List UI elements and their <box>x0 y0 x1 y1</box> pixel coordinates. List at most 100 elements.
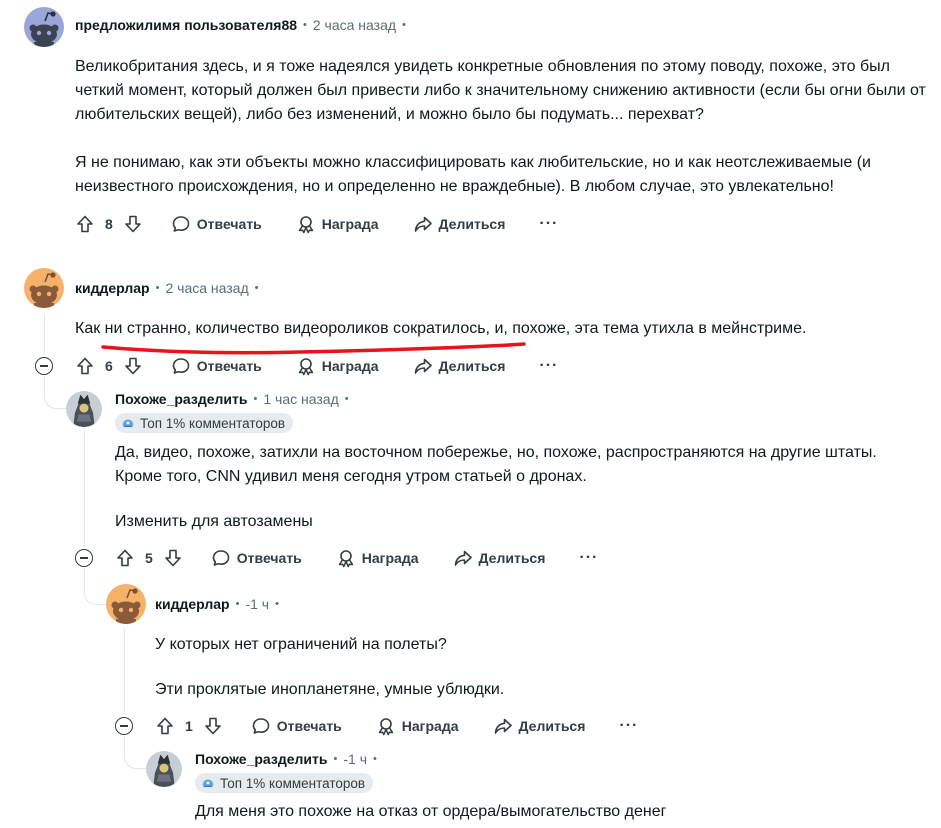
separator-dot: • <box>303 19 307 31</box>
comment-timestamp[interactable]: 2 часа назад <box>313 17 396 33</box>
vote-count: 5 <box>145 550 153 566</box>
share-label: Делиться <box>438 358 506 374</box>
comment-timestamp[interactable]: 1 час назад <box>263 391 338 407</box>
flair-badge: Топ 1% комментаторов <box>115 413 294 433</box>
more-icon[interactable]: ··· <box>539 357 558 375</box>
more-icon[interactable]: ··· <box>619 717 638 735</box>
reply-icon <box>211 548 231 568</box>
comment-paragraph: Изменить для автозамены <box>115 513 313 530</box>
downvote-icon[interactable] <box>123 356 143 376</box>
share-label: Делиться <box>478 550 546 566</box>
comment-paragraph: У которых нет ограничений на полеты? <box>155 636 447 653</box>
vote-count: 6 <box>105 358 113 374</box>
comment-paragraph: Великобритания здесь, и я тоже надеялся … <box>75 58 926 123</box>
reply-button[interactable]: Отвечать <box>171 214 262 234</box>
comment-action-bar: 8 Отвечать Награда Делиться ··· <box>75 210 558 238</box>
separator-dot: • <box>155 282 160 294</box>
downvote-icon[interactable] <box>123 214 143 234</box>
comment-meta: Похоже_разделить • 1 час назад • <box>115 391 355 407</box>
vote-group: 8 <box>75 214 143 234</box>
award-button[interactable]: Награда <box>376 716 459 736</box>
upvote-icon[interactable] <box>75 214 95 234</box>
reply-button[interactable]: Отвечать <box>251 716 342 736</box>
separator-dot: • <box>253 393 258 405</box>
comment-paragraph: Для меня это похоже на отказ от ордера/в… <box>195 803 667 820</box>
comment-author[interactable]: предложилимя пользователя88 <box>75 17 297 33</box>
more-icon[interactable]: ··· <box>539 215 558 233</box>
separator-dot: • <box>275 598 279 610</box>
reply-icon <box>171 356 191 376</box>
comment-meta: киддерлар • 2 часа назад • <box>75 280 265 296</box>
reply-label: Отвечать <box>196 358 262 374</box>
downvote-icon[interactable] <box>163 548 183 568</box>
award-button[interactable]: Награда <box>296 356 379 376</box>
share-button[interactable]: Делиться <box>493 716 586 736</box>
user-avatar[interactable] <box>66 391 102 427</box>
badge-icon <box>121 416 135 430</box>
comment-author[interactable]: Похоже_разделить <box>195 751 328 767</box>
share-icon <box>493 716 513 736</box>
reply-icon <box>251 716 271 736</box>
share-button[interactable]: Делиться <box>413 356 506 376</box>
badge-icon <box>201 776 215 790</box>
separator-dot: • <box>254 282 259 294</box>
vote-count: 8 <box>105 216 113 232</box>
comment-timestamp[interactable]: -1 ч <box>245 596 269 612</box>
comment-paragraph: Эти проклятые инопланетяне, умные ублюдк… <box>155 681 505 698</box>
reply-label: Отвечать <box>196 216 262 232</box>
vote-group: 1 <box>155 716 223 736</box>
upvote-icon[interactable] <box>155 716 175 736</box>
comment-author[interactable]: Похоже_разделить <box>115 391 248 407</box>
snoo-avatar[interactable] <box>106 584 146 624</box>
share-button[interactable]: Делиться <box>413 214 506 234</box>
snoo-avatar[interactable] <box>24 7 64 47</box>
collapse-icon[interactable] <box>35 357 53 375</box>
comment-action-bar: 5 Отвечать Награда Делиться ··· <box>115 544 598 572</box>
separator-dot: • <box>344 393 349 405</box>
comment-meta: предложилимя пользователя88 • 2 часа наз… <box>75 17 412 33</box>
snoo-avatar[interactable] <box>24 268 64 308</box>
vote-group: 6 <box>75 356 143 376</box>
share-icon <box>453 548 473 568</box>
award-button[interactable]: Награда <box>336 548 419 568</box>
share-label: Делиться <box>438 216 506 232</box>
reply-icon <box>171 214 191 234</box>
thread-line-main <box>44 315 45 355</box>
flair-label: Топ 1% комментаторов <box>220 775 366 791</box>
separator-dot: • <box>373 753 377 765</box>
upvote-icon[interactable] <box>75 356 95 376</box>
comment-meta: киддерлар • -1 ч • <box>155 596 285 612</box>
share-icon <box>413 214 433 234</box>
comment-author[interactable]: киддерлар <box>75 280 150 296</box>
reply-label: Отвечать <box>276 718 342 734</box>
award-icon <box>296 356 316 376</box>
user-avatar[interactable] <box>146 751 182 787</box>
thread-elbow-3 <box>124 736 147 769</box>
upvote-icon[interactable] <box>115 548 135 568</box>
separator-dot: • <box>333 753 338 765</box>
more-icon[interactable]: ··· <box>579 549 598 567</box>
comment-paragraph: Да, видео, похоже, затихли на восточном … <box>115 444 877 485</box>
reply-button[interactable]: Отвечать <box>171 356 262 376</box>
collapse-icon[interactable] <box>115 717 133 735</box>
collapse-icon[interactable] <box>75 549 93 567</box>
award-label: Награда <box>401 718 459 734</box>
award-icon <box>336 548 356 568</box>
share-label: Делиться <box>518 718 586 734</box>
comment-timestamp[interactable]: 2 часа назад <box>165 280 248 296</box>
award-icon <box>376 716 396 736</box>
award-label: Награда <box>321 216 379 232</box>
award-button[interactable]: Награда <box>296 214 379 234</box>
thread-elbow-1 <box>44 376 67 409</box>
award-icon <box>296 214 316 234</box>
downvote-icon[interactable] <box>203 716 223 736</box>
thread-line-level3 <box>124 628 125 714</box>
reply-label: Отвечать <box>236 550 302 566</box>
comment-timestamp[interactable]: -1 ч <box>343 751 367 767</box>
award-label: Награда <box>321 358 379 374</box>
comment-action-bar: 6 Отвечать Награда Делиться ··· <box>75 352 558 380</box>
award-label: Награда <box>361 550 419 566</box>
comment-author[interactable]: киддерлар <box>155 596 230 612</box>
reply-button[interactable]: Отвечать <box>211 548 302 568</box>
share-button[interactable]: Делиться <box>453 548 546 568</box>
